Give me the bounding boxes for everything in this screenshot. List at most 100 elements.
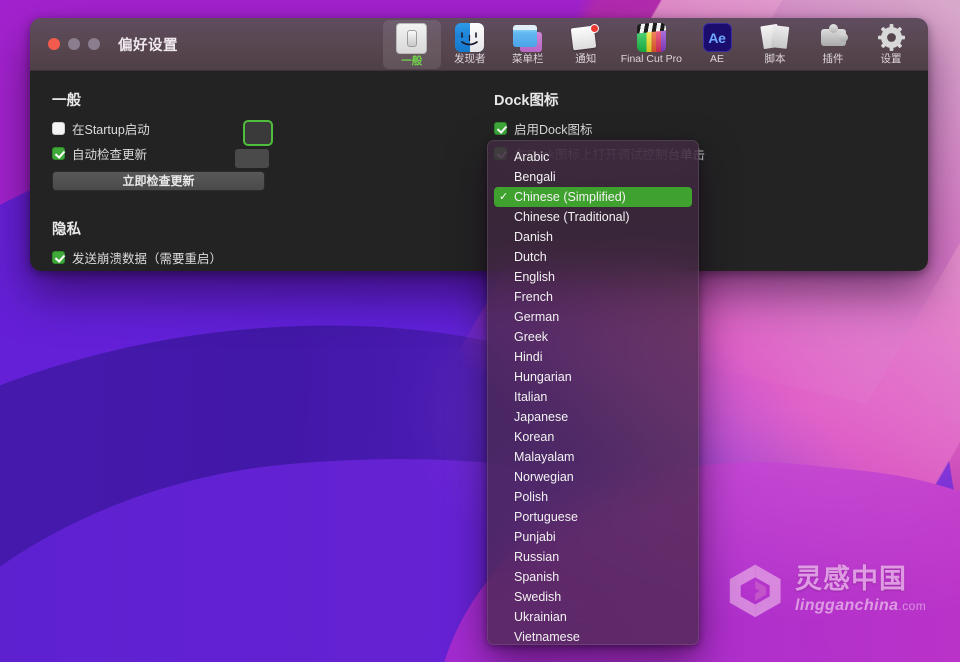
menu-item-label: Swedish — [514, 590, 561, 604]
watermark-en: lingganchina.com — [795, 598, 926, 614]
menu-item-label: Polish — [514, 490, 548, 504]
menu-item-language[interactable]: Hungarian — [494, 367, 692, 387]
menu-item-language[interactable]: Spanish — [494, 567, 692, 587]
privacy-section-title: 隐私 — [52, 218, 458, 239]
menu-item-language[interactable]: Korean — [494, 427, 692, 447]
menu-item-language[interactable]: Chinese (Traditional) — [494, 207, 692, 227]
menu-item-label: Punjabi — [514, 530, 556, 544]
menu-item-label: Chinese (Traditional) — [514, 210, 630, 224]
preferences-content: 一般 在Startup启动 自动检查更新 立即检查更新 隐私 发送崩溃数据（需要… — [30, 71, 928, 271]
checkbox-enable-dock-icon-label: 启用Dock图标 — [514, 119, 592, 138]
preferences-window: 偏好设置 一般 发现者 — [30, 18, 928, 271]
check-updates-now-button[interactable]: 立即检查更新 — [52, 171, 265, 191]
tab-notifications-label: 通知 — [575, 54, 596, 65]
checkbox-row-crash-data[interactable]: 发送崩溃数据（需要重启） — [52, 248, 458, 267]
menu-item-label: Dutch — [514, 250, 547, 264]
menu-item-label: Ukrainian — [514, 610, 567, 624]
tab-after-effects[interactable]: Ae AE — [688, 20, 746, 67]
menu-item-label: Norwegian — [514, 470, 574, 484]
page-title: 偏好设置 — [118, 34, 178, 55]
menu-item-label: Danish — [514, 230, 553, 244]
tab-final-cut-pro[interactable]: Final Cut Pro — [615, 20, 688, 67]
menu-item-language[interactable]: Swedish — [494, 587, 692, 607]
menu-item-language[interactable]: English — [494, 267, 692, 287]
tab-notifications[interactable]: 通知 — [557, 20, 615, 67]
menu-item-language[interactable]: Dutch — [494, 247, 692, 267]
menu-item-label: Arabic — [514, 150, 549, 164]
checkbox-auto-update-label: 自动检查更新 — [72, 144, 147, 163]
tab-menubar-label: 菜单栏 — [512, 54, 544, 65]
watermark-text: 灵感中国 lingganchina.com — [795, 566, 926, 614]
maximize-button[interactable] — [88, 38, 100, 50]
checkbox-auto-update[interactable] — [52, 147, 65, 160]
finder-face-icon — [455, 23, 484, 52]
menu-item-language[interactable]: French — [494, 287, 692, 307]
script-pages-icon — [761, 23, 790, 52]
menu-item-language[interactable]: Polish — [494, 487, 692, 507]
menu-item-language[interactable]: ✓ Chinese (Simplified) — [494, 187, 692, 207]
final-cut-pro-clapperboard-icon — [637, 23, 666, 52]
lingganchina-logo-icon — [728, 561, 786, 619]
menu-item-language[interactable]: Ukrainian — [494, 607, 692, 627]
menu-item-language[interactable]: Russian — [494, 547, 692, 567]
checkbox-crash-data-label: 发送崩溃数据（需要重启） — [72, 248, 222, 267]
menu-item-label: Vietnamese — [514, 630, 580, 644]
traffic-light-buttons — [30, 38, 100, 50]
light-switch-icon — [396, 23, 427, 54]
minimize-button[interactable] — [68, 38, 80, 50]
menu-item-language[interactable]: Japanese — [494, 407, 692, 427]
checkbox-row-enable-dock-icon[interactable]: 启用Dock图标 — [494, 119, 906, 138]
tab-plugins[interactable]: 插件 — [804, 20, 862, 67]
after-effects-icon: Ae — [703, 23, 732, 52]
tab-general[interactable]: 一般 — [383, 20, 441, 69]
checkbox-enable-dock-icon[interactable] — [494, 122, 507, 135]
menu-item-language[interactable]: Arabic — [494, 147, 692, 167]
watermark: 灵感中国 lingganchina.com — [728, 556, 934, 624]
tab-plugins-label: 插件 — [823, 54, 844, 65]
gear-icon — [877, 23, 906, 52]
plugin-puzzle-icon — [819, 23, 848, 52]
tab-menubar[interactable]: 菜单栏 — [499, 20, 557, 67]
secondary-button-obscured[interactable] — [235, 149, 269, 168]
notification-sheet-icon — [571, 23, 600, 52]
menu-item-label: Korean — [514, 430, 554, 444]
menu-item-language[interactable]: Danish — [494, 227, 692, 247]
menu-item-language[interactable]: Bengali — [494, 167, 692, 187]
menu-item-label: Hungarian — [514, 370, 572, 384]
tab-settings[interactable]: 设置 — [862, 20, 920, 67]
menu-item-language[interactable]: Portuguese — [494, 507, 692, 527]
menu-item-label: Spanish — [514, 570, 559, 584]
tab-finder[interactable]: 发现者 — [441, 20, 499, 67]
tab-scripts[interactable]: 脚本 — [746, 20, 804, 67]
menu-item-language[interactable]: Norwegian — [494, 467, 692, 487]
tab-settings-label: 设置 — [881, 54, 902, 65]
menu-item-label: Chinese (Simplified) — [514, 190, 626, 204]
menu-item-label: Malayalam — [514, 450, 574, 464]
menu-bar-window-icon — [513, 23, 542, 52]
menu-item-language[interactable]: Vietnamese — [494, 627, 692, 645]
window-titlebar[interactable]: 偏好设置 一般 发现者 — [30, 18, 928, 71]
menu-item-language[interactable]: German — [494, 307, 692, 327]
language-dropdown-menu[interactable]: Arabic Bengali ✓ Chinese (Simplified) Chines… — [487, 140, 699, 645]
menu-item-label: Greek — [514, 330, 548, 344]
menu-item-label: Russian — [514, 550, 559, 564]
menu-item-language[interactable]: Punjabi — [494, 527, 692, 547]
close-button[interactable] — [48, 38, 60, 50]
tab-after-effects-label: AE — [710, 54, 724, 65]
language-popup-button[interactable] — [243, 120, 273, 146]
checkmark-icon: ✓ — [499, 187, 508, 207]
checkbox-crash-data[interactable] — [52, 251, 65, 264]
menu-item-label: Italian — [514, 390, 547, 404]
checkbox-startup[interactable] — [52, 122, 65, 135]
dock-section-title: Dock图标 — [494, 89, 906, 110]
general-section-title: 一般 — [52, 89, 458, 110]
menu-item-language[interactable]: Malayalam — [494, 447, 692, 467]
menu-item-language[interactable]: Italian — [494, 387, 692, 407]
tab-general-label: 一般 — [401, 56, 422, 67]
menu-item-language[interactable]: Hindi — [494, 347, 692, 367]
preferences-toolbar: 一般 发现者 菜单栏 — [383, 20, 920, 70]
tab-finder-label: 发现者 — [454, 54, 486, 65]
menu-item-label: Bengali — [514, 170, 556, 184]
menu-item-language[interactable]: Greek — [494, 327, 692, 347]
menu-item-label: English — [514, 270, 555, 284]
